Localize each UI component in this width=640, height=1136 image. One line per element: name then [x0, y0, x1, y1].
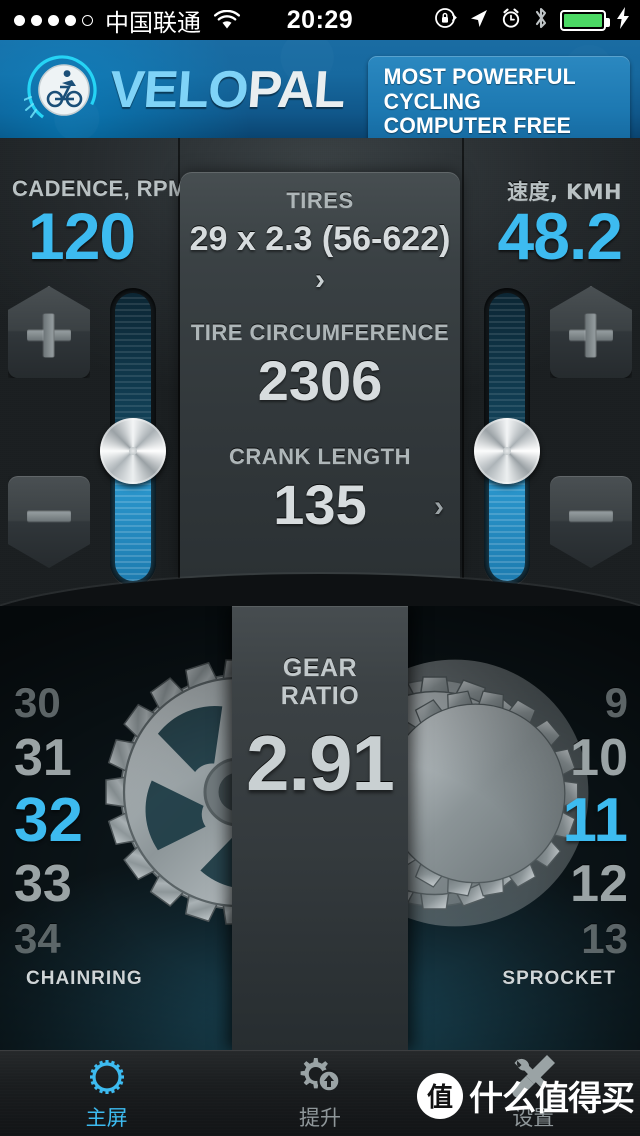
status-bar: 中国联通 20:29 [0, 0, 640, 40]
crank-length-value: 135 [273, 473, 367, 536]
minus-icon [27, 510, 71, 522]
sprocket-option[interactable]: 9 [478, 682, 628, 724]
chainring-caption: CHAINRING [26, 968, 143, 989]
metrics-panel: CADENCE, RPM 120 速度, KMH 48.2 TIRES 29 x… [0, 138, 640, 606]
logo-pal: PAL [245, 61, 347, 119]
crank-length-label: CRANK LENGTH [229, 444, 411, 469]
minus-bar [27, 510, 71, 522]
tab-upgrade[interactable]: 提升 [213, 1050, 426, 1136]
tab-home[interactable]: 主屏 [0, 1050, 213, 1136]
chainring-option[interactable]: 34 [14, 918, 164, 960]
chevron-right-icon[interactable]: › [434, 490, 444, 524]
watermark-mark: 值 [417, 1072, 463, 1119]
sprocket-picker[interactable]: 9 10 11 12 13 [478, 682, 628, 960]
tire-circumference-value: 2306 [257, 349, 383, 412]
gear-ratio-label: GEAR RATIO [232, 654, 408, 710]
gear-ratio-label-line2: RATIO [280, 682, 360, 710]
rotation-lock-icon [434, 6, 458, 35]
sprocket-option[interactable]: 10 [478, 732, 628, 784]
panel-seam-right [462, 138, 464, 578]
plus-icon [27, 313, 71, 357]
gear-outline-icon [84, 1054, 130, 1100]
gear-ratio-label-line1: GEAR [282, 654, 358, 682]
chainring-option[interactable]: 33 [14, 858, 164, 910]
promo-banner[interactable]: MOST POWERFUL CYCLING COMPUTER FREE APP [368, 56, 630, 138]
circumference-row: TIRE CIRCUMFERENCE 2306 [180, 320, 460, 413]
gear-upgrade-icon [296, 1054, 344, 1100]
speed-value: 48.2 [497, 199, 623, 273]
chainring-option-selected[interactable]: 32 [14, 790, 164, 852]
cadence-value: 120 [28, 199, 136, 273]
crank-row[interactable]: CRANK LENGTH 135 › [180, 444, 460, 537]
bike-setup-card: TIRES 29 x 2.3 (56-622) › TIRE CIRCUMFER… [180, 172, 460, 578]
minus-icon [569, 510, 613, 522]
tires-label: TIRES [286, 188, 354, 213]
chainring-option[interactable]: 30 [14, 682, 164, 724]
alarm-clock-icon [500, 7, 522, 34]
status-icons [434, 5, 630, 36]
logo-velo: VELO [107, 61, 250, 119]
app-header: VELOPAL MOST POWERFUL CYCLING COMPUTER F… [0, 40, 640, 138]
tab-bar: 主屏 提升 设置 值 什么值得买 [0, 1050, 640, 1136]
button-body [550, 476, 632, 568]
gear-ratio-value: 2.91 [246, 719, 395, 807]
cadence-decrease-button[interactable] [8, 476, 90, 568]
chainring-picker[interactable]: 30 31 32 33 34 [14, 682, 164, 960]
app-root: 中国联通 20:29 VELOPAL MOST POWERFUL CYCLING… [0, 0, 640, 1136]
tab-home-label: 主屏 [85, 1106, 128, 1130]
sprocket-option-selected[interactable]: 11 [478, 790, 628, 852]
location-arrow-icon [468, 7, 490, 34]
speed-slider[interactable] [474, 288, 540, 586]
sprocket-caption: SPROCKET [502, 968, 616, 989]
chevron-right-icon[interactable]: › [315, 263, 325, 297]
button-body [8, 476, 90, 568]
site-watermark: 值 什么值得买 [417, 1071, 635, 1120]
sprocket-option[interactable]: 12 [478, 858, 628, 910]
tire-circumference-label: TIRE CIRCUMFERENCE [190, 320, 450, 345]
tires-value-row: 29 x 2.3 (56-622) › [180, 220, 460, 298]
gear-selector-section: 30 31 32 33 34 CHAINRING 9 10 11 12 13 S… [0, 606, 640, 1050]
cadence-slider[interactable] [100, 288, 166, 586]
bluetooth-icon [532, 5, 550, 36]
sprocket-option[interactable]: 13 [478, 918, 628, 960]
minus-bar [569, 510, 613, 522]
speed-decrease-button[interactable] [550, 476, 632, 568]
gear-ratio-band: GEAR RATIO 2.91 [232, 606, 408, 1050]
cadence-increase-button[interactable] [8, 286, 90, 378]
speed-increase-button[interactable] [550, 286, 632, 378]
cyclist-badge-icon [23, 52, 100, 128]
slider-knob[interactable] [100, 418, 166, 484]
crank-length-value-row: 135 › [180, 472, 460, 537]
lightning-bolt-icon [616, 6, 630, 35]
plus-bar-vertical [43, 313, 55, 357]
battery-icon [560, 9, 610, 31]
tires-value: 29 x 2.3 (56-622) [189, 220, 451, 258]
app-logo: VELOPAL [108, 60, 347, 120]
chainring-option[interactable]: 31 [14, 732, 164, 784]
slider-knob[interactable] [474, 418, 540, 484]
tab-upgrade-label: 提升 [298, 1106, 341, 1130]
banner-line-2: COMPUTER FREE APP [383, 113, 572, 138]
plus-bar-vertical [585, 313, 597, 357]
tires-row[interactable]: TIRES 29 x 2.3 (56-622) › [180, 188, 460, 298]
banner-line-1: MOST POWERFUL CYCLING [383, 64, 576, 114]
watermark-text: 什么值得买 [469, 1079, 635, 1119]
plus-icon [569, 313, 613, 357]
